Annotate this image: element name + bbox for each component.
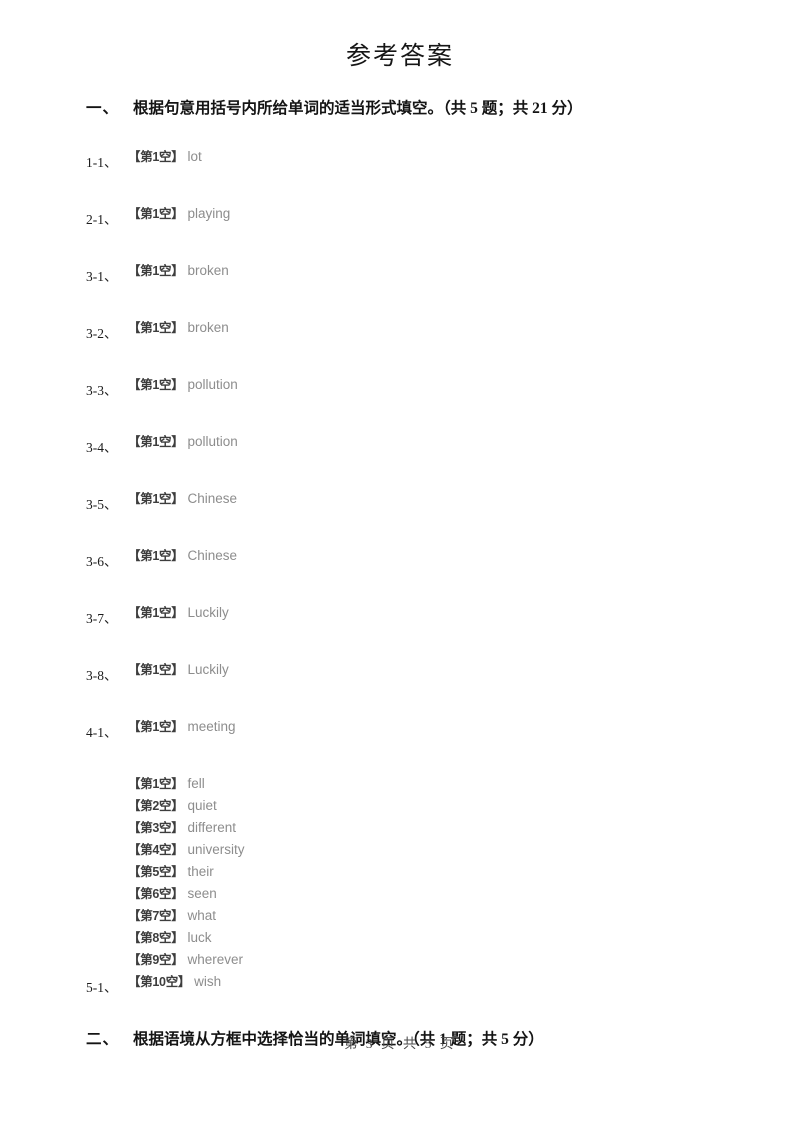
blank-tag: 【第5空】: [128, 865, 184, 879]
blank-answer: wish: [194, 974, 222, 989]
blank-line: 【第2空】 quiet: [128, 795, 716, 817]
blank-answer: Luckily: [187, 662, 229, 677]
blank-tag: 【第6空】: [128, 887, 184, 901]
answer-row-label: 3-5、: [86, 497, 118, 512]
blank-tag: 【第1空】: [128, 720, 184, 734]
section-title-1: 根据句意用括号内所给单词的适当形式填空。（共 5 题；共 21 分）: [133, 100, 583, 117]
section-number-1: 一、: [86, 100, 120, 117]
blank-tag: 【第1空】: [128, 492, 184, 506]
blank-answer: Chinese: [187, 548, 237, 563]
blank-tag: 【第10空】: [128, 975, 191, 989]
blank-tag: 【第1空】: [128, 150, 184, 164]
blank-tag: 【第7空】: [128, 909, 184, 923]
blank-answer: broken: [187, 263, 229, 278]
blank-line: 【第1空】 lot: [128, 146, 716, 168]
answer-row: 3-6、 【第1空】 Chinese: [86, 545, 716, 569]
answer-row-label: 3-7、: [86, 611, 118, 626]
blank-line: 【第9空】 wherever: [128, 949, 716, 971]
page-title: 参考答案: [345, 43, 454, 70]
answer-row-label: 1-1、: [86, 155, 118, 170]
answer-row: 1-1、 【第1空】 lot: [86, 146, 716, 170]
blank-tag: 【第2空】: [128, 799, 184, 813]
blank-line: 【第10空】 wish: [128, 971, 716, 993]
document-body: 一、 根据句意用括号内所给单词的适当形式填空。（共 5 题；共 21 分） 1-1…: [86, 98, 716, 1051]
blank-tag: 【第8空】: [128, 931, 184, 945]
blank-tag: 【第1空】: [128, 207, 184, 221]
blank-line: 【第1空】 meeting: [128, 716, 716, 738]
blank-line: 【第1空】 Chinese: [128, 545, 716, 567]
blank-line: 【第3空】 different: [128, 817, 716, 839]
blank-answer: pollution: [187, 377, 238, 392]
blank-line: 【第4空】 university: [128, 839, 716, 861]
answer-row-label: 3-3、: [86, 383, 118, 398]
blank-line: 【第1空】 fell: [128, 773, 716, 795]
blank-answer: wherever: [187, 952, 243, 967]
blank-tag: 【第1空】: [128, 378, 184, 392]
blank-tag: 【第4空】: [128, 843, 184, 857]
answer-row: 3-7、 【第1空】 Luckily: [86, 602, 716, 626]
blank-tag: 【第3空】: [128, 821, 184, 835]
answer-row: 3-8、 【第1空】 Luckily: [86, 659, 716, 683]
answer-row-label: 5-1、: [86, 980, 118, 995]
blank-answer: different: [187, 820, 236, 835]
blank-answer: quiet: [187, 798, 217, 813]
page-footer: 第 3 页 共 5 页: [344, 1036, 456, 1051]
answer-list: 1-1、 【第1空】 lot 2-1、 【第1空】 playing 3-1、 【第1…: [86, 146, 716, 995]
answer-row: 2-1、 【第1空】 playing: [86, 203, 716, 227]
answer-row: 3-3、 【第1空】 pollution: [86, 374, 716, 398]
blank-line: 【第6空】 seen: [128, 883, 716, 905]
blank-answer: what: [187, 908, 216, 923]
answer-row: 3-1、 【第1空】 broken: [86, 260, 716, 284]
blank-tag: 【第1空】: [128, 549, 184, 563]
blank-tag: 【第1空】: [128, 663, 184, 677]
answer-row: 4-1、 【第1空】 meeting: [86, 716, 716, 740]
blank-answer: luck: [187, 930, 212, 945]
blank-line: 【第1空】 Chinese: [128, 488, 716, 510]
blank-answer: their: [187, 864, 214, 879]
answer-row: 3-5、 【第1空】 Chinese: [86, 488, 716, 512]
blank-tag: 【第1空】: [128, 435, 184, 449]
answer-row-label: 3-6、: [86, 554, 118, 569]
blank-line: 【第8空】 luck: [128, 927, 716, 949]
blank-answer: fell: [187, 776, 205, 791]
blank-answer: Chinese: [187, 491, 237, 506]
blank-answer: Luckily: [187, 605, 229, 620]
blank-tag: 【第1空】: [128, 606, 184, 620]
answer-row-label: 3-8、: [86, 668, 118, 683]
blank-line: 【第1空】 broken: [128, 260, 716, 282]
blank-answer: university: [187, 842, 245, 857]
blank-tag: 【第1空】: [128, 264, 184, 278]
blank-tag: 【第1空】: [128, 777, 184, 791]
blank-line: 【第1空】 pollution: [128, 374, 716, 396]
answer-row-label: 3-4、: [86, 440, 118, 455]
blank-answer: pollution: [187, 434, 238, 449]
blank-line: 【第1空】 pollution: [128, 431, 716, 453]
blank-line: 【第1空】 Luckily: [128, 659, 716, 681]
blank-line: 【第1空】 broken: [128, 317, 716, 339]
answer-row: 5-1、 【第1空】 fell 【第2空】 quiet 【第3空】 different…: [86, 773, 716, 995]
answer-row: 3-2、 【第1空】 broken: [86, 317, 716, 341]
answer-row-label: 3-1、: [86, 269, 118, 284]
blank-tag: 【第9空】: [128, 953, 184, 967]
answer-row-label: 2-1、: [86, 212, 118, 227]
blank-line: 【第5空】 their: [128, 861, 716, 883]
blank-answer: playing: [187, 206, 231, 221]
blank-answer: meeting: [187, 719, 236, 734]
blank-answer: lot: [187, 149, 202, 164]
answer-row: 3-4、 【第1空】 pollution: [86, 431, 716, 455]
blank-answer: seen: [187, 886, 217, 901]
blank-answer: broken: [187, 320, 229, 335]
answer-row-label: 3-2、: [86, 326, 118, 341]
blank-line: 【第1空】 playing: [128, 203, 716, 225]
answer-sheet-page: 参考答案 一、 根据句意用括号内所给单词的适当形式填空。（共 5 题；共 21 分…: [0, 0, 800, 1132]
blank-tag: 【第1空】: [128, 321, 184, 335]
section-heading-1: 一、 根据句意用括号内所给单词的适当形式填空。（共 5 题；共 21 分）: [86, 98, 716, 120]
blank-line: 【第7空】 what: [128, 905, 716, 927]
answer-row-label: 4-1、: [86, 725, 118, 740]
blank-line: 【第1空】 Luckily: [128, 602, 716, 624]
